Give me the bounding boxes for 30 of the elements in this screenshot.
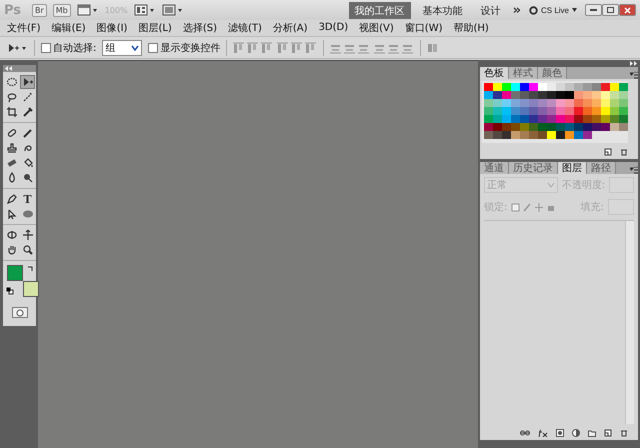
cs-live-button[interactable]: CS Live: [526, 6, 579, 14]
workspace-button[interactable]: 基本功能: [416, 2, 469, 18]
more-workspaces[interactable]: »: [512, 2, 521, 18]
panel-tab[interactable]: 样式: [509, 67, 538, 79]
panel-tab[interactable]: 颜色: [538, 67, 567, 79]
workspace-button[interactable]: 设计: [474, 2, 507, 18]
panel-tab[interactable]: 路径: [587, 162, 616, 174]
menu-item[interactable]: 帮助(H): [452, 20, 491, 34]
menu-item[interactable]: 编辑(E): [50, 20, 88, 34]
menu-item[interactable]: 3D(D): [316, 22, 350, 33]
menu-item[interactable]: 滤镜(T): [226, 20, 264, 34]
menu-item[interactable]: 窗口(W): [402, 20, 444, 34]
app-logo: Ps: [4, 2, 22, 18]
mini-bridge-button[interactable]: Mb: [52, 4, 71, 16]
show-transform-label: 显示变换控件: [160, 42, 220, 54]
type-tool-button[interactable]: T: [20, 192, 35, 206]
menu-item[interactable]: 视图(V): [357, 20, 396, 34]
auto-select-dropdown[interactable]: 组: [102, 40, 142, 56]
bridge-button[interactable]: Br: [32, 4, 47, 16]
workspace-button[interactable]: 我的工作区: [348, 2, 411, 18]
panel-tab[interactable]: 图层: [558, 162, 587, 174]
menu-item[interactable]: 选择(S): [180, 20, 219, 34]
auto-select-label: 自动选择:: [53, 42, 96, 54]
panel-tab[interactable]: 通道: [480, 162, 509, 174]
panel-tab[interactable]: 色板: [480, 67, 509, 79]
panel-tab[interactable]: 历史记录: [509, 162, 558, 174]
menu-item[interactable]: 分析(A): [270, 20, 310, 34]
menu-item[interactable]: 图层(L): [136, 20, 174, 34]
menu-item[interactable]: 图像(I): [94, 20, 130, 34]
menu-item[interactable]: 文件(F): [5, 20, 43, 34]
